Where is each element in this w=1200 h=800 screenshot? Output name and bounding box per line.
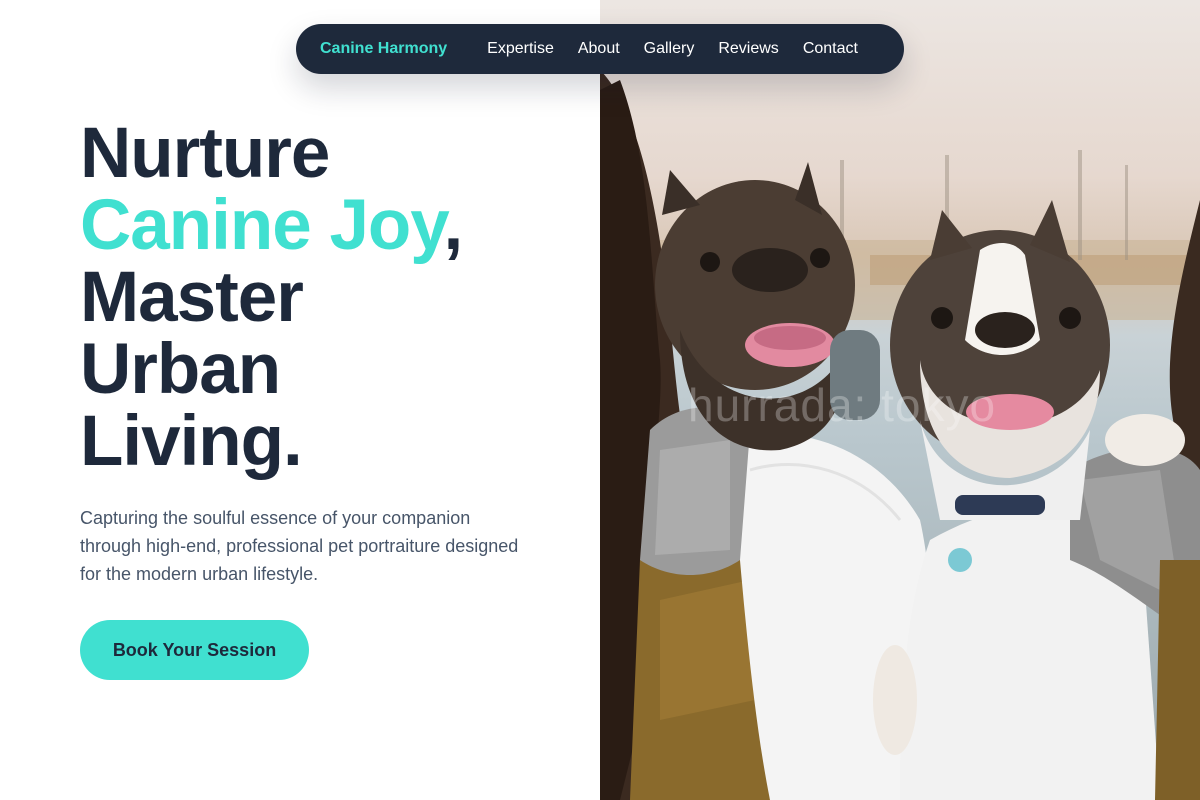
headline-line-4: Urban bbox=[80, 330, 281, 409]
nav-link-expertise[interactable]: Expertise bbox=[487, 40, 554, 58]
nav-link-contact[interactable]: Contact bbox=[803, 40, 858, 58]
nav-link-gallery[interactable]: Gallery bbox=[644, 40, 695, 58]
headline-line-1: Nurture bbox=[80, 114, 330, 193]
hero-subtitle: Capturing the soulful essence of your co… bbox=[80, 508, 519, 584]
headline-accent: Canine Joy bbox=[80, 186, 445, 265]
headline-comma: , bbox=[443, 186, 464, 265]
photo-watermark: hurrada: tokyo bbox=[688, 379, 997, 431]
nav-link-about[interactable]: About bbox=[578, 40, 620, 58]
nav-links: Expertise About Gallery Reviews Contact bbox=[487, 40, 858, 58]
headline-line-3: Master bbox=[80, 258, 304, 337]
headline-line-5: Living. bbox=[80, 402, 303, 481]
nav-link-reviews[interactable]: Reviews bbox=[718, 40, 778, 58]
book-session-button[interactable]: Book Your Session bbox=[80, 620, 309, 680]
hero-headline: Nurture Canine Joy, Master Urban Living. bbox=[80, 118, 464, 481]
top-nav: Canine Harmony Expertise About Gallery R… bbox=[296, 24, 904, 74]
brand-logo[interactable]: Canine Harmony bbox=[320, 40, 447, 58]
hero-section: Nurture Canine Joy, Master Urban Living.… bbox=[0, 0, 600, 800]
hero-photo: hurrada: tokyo bbox=[600, 0, 1200, 800]
